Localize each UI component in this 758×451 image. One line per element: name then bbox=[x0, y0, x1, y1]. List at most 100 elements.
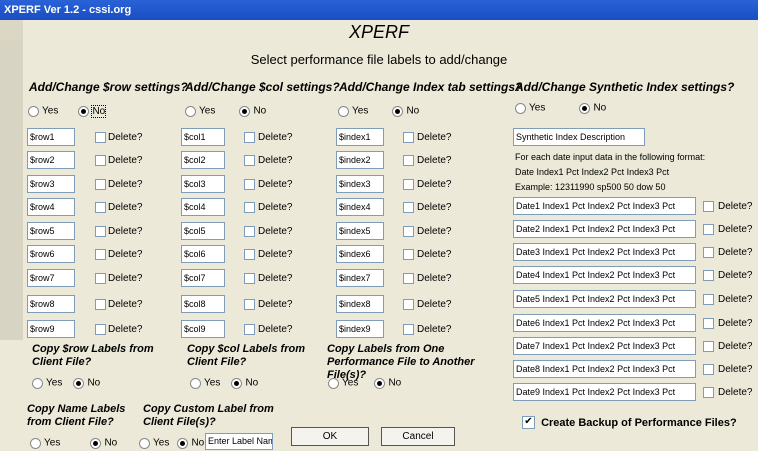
synthetic-delete-checkbox[interactable] bbox=[703, 270, 714, 281]
copy-row-no-radio[interactable] bbox=[73, 377, 85, 389]
index-label-input[interactable]: $index7 bbox=[336, 269, 384, 287]
synthetic-delete-checkbox[interactable] bbox=[703, 201, 714, 212]
synthetic-date-input[interactable]: Date7 Index1 Pct Index2 Pct Index3 Pct bbox=[513, 337, 696, 355]
col-label-input[interactable]: $col1 bbox=[181, 128, 225, 146]
synthetic-date-input[interactable]: Date4 Index1 Pct Index2 Pct Index3 Pct bbox=[513, 266, 696, 284]
col-delete-checkbox[interactable] bbox=[244, 179, 255, 190]
index-delete-checkbox[interactable] bbox=[403, 249, 414, 260]
copy-perf-yes-radio[interactable] bbox=[328, 377, 339, 389]
synthetic-delete-checkbox[interactable] bbox=[703, 318, 714, 329]
row-settings-yes-radio[interactable] bbox=[28, 105, 39, 117]
col-delete-checkbox[interactable] bbox=[244, 249, 255, 260]
index-delete-checkbox[interactable] bbox=[403, 155, 414, 166]
index-delete-checkbox[interactable] bbox=[403, 202, 414, 213]
col-label-input[interactable]: $col3 bbox=[181, 175, 225, 193]
col-delete-checkbox[interactable] bbox=[244, 226, 255, 237]
col-settings-no-radio[interactable] bbox=[239, 105, 251, 117]
index-label-input[interactable]: $index4 bbox=[336, 198, 384, 216]
synthetic-delete-checkbox[interactable] bbox=[703, 247, 714, 258]
delete-label: Delete? bbox=[108, 226, 143, 237]
col-delete-checkbox[interactable] bbox=[244, 324, 255, 335]
row-label-input[interactable]: $row5 bbox=[27, 222, 75, 240]
row-delete-checkbox[interactable] bbox=[95, 324, 106, 335]
row-label-input[interactable]: $row4 bbox=[27, 198, 75, 216]
row-delete-checkbox[interactable] bbox=[95, 226, 106, 237]
page-title: XPERF bbox=[348, 22, 409, 42]
synthetic-settings-yes-radio[interactable] bbox=[515, 102, 526, 114]
index-label-input[interactable]: $index2 bbox=[336, 151, 384, 169]
window-title: XPERF Ver 1.2 - cssi.org bbox=[4, 4, 132, 16]
index-label-input[interactable]: $index6 bbox=[336, 245, 384, 263]
copy-perf-no-radio[interactable] bbox=[374, 377, 386, 389]
index-delete-checkbox[interactable] bbox=[403, 299, 414, 310]
index-label-input[interactable]: $index5 bbox=[336, 222, 384, 240]
row-label-input[interactable]: $row3 bbox=[27, 175, 75, 193]
copy-name-yes-radio[interactable] bbox=[30, 437, 41, 449]
index-settings-yes-radio[interactable] bbox=[338, 105, 349, 117]
radio-label: No bbox=[253, 105, 267, 117]
row-delete-checkbox[interactable] bbox=[95, 202, 106, 213]
col-label-input[interactable]: $col5 bbox=[181, 222, 225, 240]
row-delete-checkbox[interactable] bbox=[95, 179, 106, 190]
synthetic-date-input[interactable]: Date1 Index1 Pct Index2 Pct Index3 Pct bbox=[513, 197, 696, 215]
index-label-input[interactable]: $index3 bbox=[336, 175, 384, 193]
backup-checkbox[interactable]: ✔ bbox=[522, 416, 535, 429]
index-label-input[interactable]: $index8 bbox=[336, 295, 384, 313]
index-delete-checkbox[interactable] bbox=[403, 226, 414, 237]
row-delete-checkbox[interactable] bbox=[95, 249, 106, 260]
index-delete-checkbox[interactable] bbox=[403, 324, 414, 335]
synthetic-date-input[interactable]: Date5 Index1 Pct Index2 Pct Index3 Pct bbox=[513, 290, 696, 308]
ok-button[interactable]: OK bbox=[291, 427, 369, 446]
index-label-input[interactable]: $index1 bbox=[336, 128, 384, 146]
row-delete-checkbox[interactable] bbox=[95, 299, 106, 310]
synthetic-settings-no-radio[interactable] bbox=[579, 102, 591, 114]
row-label-input[interactable]: $row2 bbox=[27, 151, 75, 169]
col-label-input[interactable]: $col9 bbox=[181, 320, 225, 338]
synthetic-delete-checkbox[interactable] bbox=[703, 224, 714, 235]
index-delete-checkbox[interactable] bbox=[403, 179, 414, 190]
synthetic-delete-checkbox[interactable] bbox=[703, 294, 714, 305]
row-delete-checkbox[interactable] bbox=[95, 273, 106, 284]
row-label-input[interactable]: $row6 bbox=[27, 245, 75, 263]
row-label-input[interactable]: $row8 bbox=[27, 295, 75, 313]
row-label-input[interactable]: $row9 bbox=[27, 320, 75, 338]
synthetic-description-input[interactable]: Synthetic Index Description bbox=[513, 128, 645, 146]
row-settings-no-radio[interactable] bbox=[78, 105, 90, 117]
synthetic-date-input[interactable]: Date9 Index1 Pct Index2 Pct Index3 Pct bbox=[513, 383, 696, 401]
synthetic-date-input[interactable]: Date2 Index1 Pct Index2 Pct Index3 Pct bbox=[513, 220, 696, 238]
synthetic-delete-checkbox[interactable] bbox=[703, 387, 714, 398]
synthetic-delete-checkbox[interactable] bbox=[703, 364, 714, 375]
col-delete-checkbox[interactable] bbox=[244, 273, 255, 284]
row-delete-checkbox[interactable] bbox=[95, 155, 106, 166]
col-delete-checkbox[interactable] bbox=[244, 299, 255, 310]
col-label-input[interactable]: $col2 bbox=[181, 151, 225, 169]
row-delete-checkbox[interactable] bbox=[95, 132, 106, 143]
copy-row-yes-radio[interactable] bbox=[32, 377, 43, 389]
copy-custom-yes-radio[interactable] bbox=[139, 437, 150, 449]
copy-col-yes-radio[interactable] bbox=[190, 377, 201, 389]
col-label-input[interactable]: $col4 bbox=[181, 198, 225, 216]
col-label-input[interactable]: $col8 bbox=[181, 295, 225, 313]
col-delete-checkbox[interactable] bbox=[244, 202, 255, 213]
copy-custom-no-radio[interactable] bbox=[177, 437, 189, 449]
index-settings-no-radio[interactable] bbox=[392, 105, 404, 117]
index-delete-checkbox[interactable] bbox=[403, 273, 414, 284]
col-delete-checkbox[interactable] bbox=[244, 155, 255, 166]
synthetic-info-line-2: Date Index1 Pct Index2 Pct Index3 Pct bbox=[515, 167, 670, 177]
custom-label-name-input[interactable]: Enter Label Name bbox=[205, 433, 273, 450]
col-delete-checkbox[interactable] bbox=[244, 132, 255, 143]
copy-name-no-radio[interactable] bbox=[90, 437, 102, 449]
index-label-input[interactable]: $index9 bbox=[336, 320, 384, 338]
col-label-input[interactable]: $col6 bbox=[181, 245, 225, 263]
synthetic-date-input[interactable]: Date8 Index1 Pct Index2 Pct Index3 Pct bbox=[513, 360, 696, 378]
cancel-button[interactable]: Cancel bbox=[381, 427, 455, 446]
col-settings-yes-radio[interactable] bbox=[185, 105, 196, 117]
row-label-input[interactable]: $row7 bbox=[27, 269, 75, 287]
index-delete-checkbox[interactable] bbox=[403, 132, 414, 143]
row-label-input[interactable]: $row1 bbox=[27, 128, 75, 146]
col-label-input[interactable]: $col7 bbox=[181, 269, 225, 287]
synthetic-date-input[interactable]: Date6 Index1 Pct Index2 Pct Index3 Pct bbox=[513, 314, 696, 332]
synthetic-delete-checkbox[interactable] bbox=[703, 341, 714, 352]
copy-col-no-radio[interactable] bbox=[231, 377, 243, 389]
synthetic-date-input[interactable]: Date3 Index1 Pct Index2 Pct Index3 Pct bbox=[513, 243, 696, 261]
